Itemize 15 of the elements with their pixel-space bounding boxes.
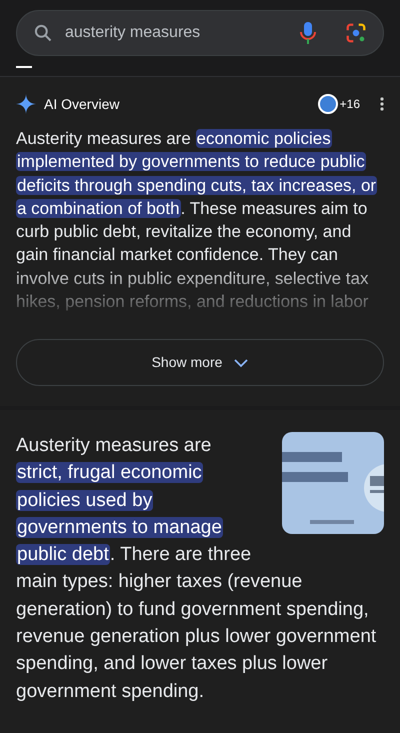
show-more-button[interactable]: Show more [16,339,384,386]
more-options-icon[interactable] [380,97,384,111]
sparkle-icon [16,94,36,114]
chevron-down-icon [234,358,248,368]
tab-indicator [16,66,32,68]
search-input[interactable]: austerity measures [65,21,287,45]
source-count[interactable]: +16 [340,95,360,113]
source-logo-icon[interactable] [318,94,338,114]
camera-icon[interactable] [345,22,367,44]
snippet-text: Austerity measures are strict, frugal economic policies used by governments to manage public debt. There are three main types: higher taxes (revenue generation) to fund government spending, revenue generation plus lower government spending, and lower taxes plus lower government spending. [16,434,378,704]
search-field[interactable]: austerity measures [16,10,384,56]
microphone-icon[interactable] [299,21,317,45]
overview-text: Austerity measures are economic policies implemented by governments to reduce public deficits through spending cuts, tax increases, or a combination of both. These measures aim to curb public debt, revitalize the economy, and gain financial market confidence. They can involve cuts in public expenditure, selective tax hikes, pension reforms, and reductions in labor [16,128,378,314]
search-icon [33,23,53,43]
section-title: AI Overview [44,94,120,114]
